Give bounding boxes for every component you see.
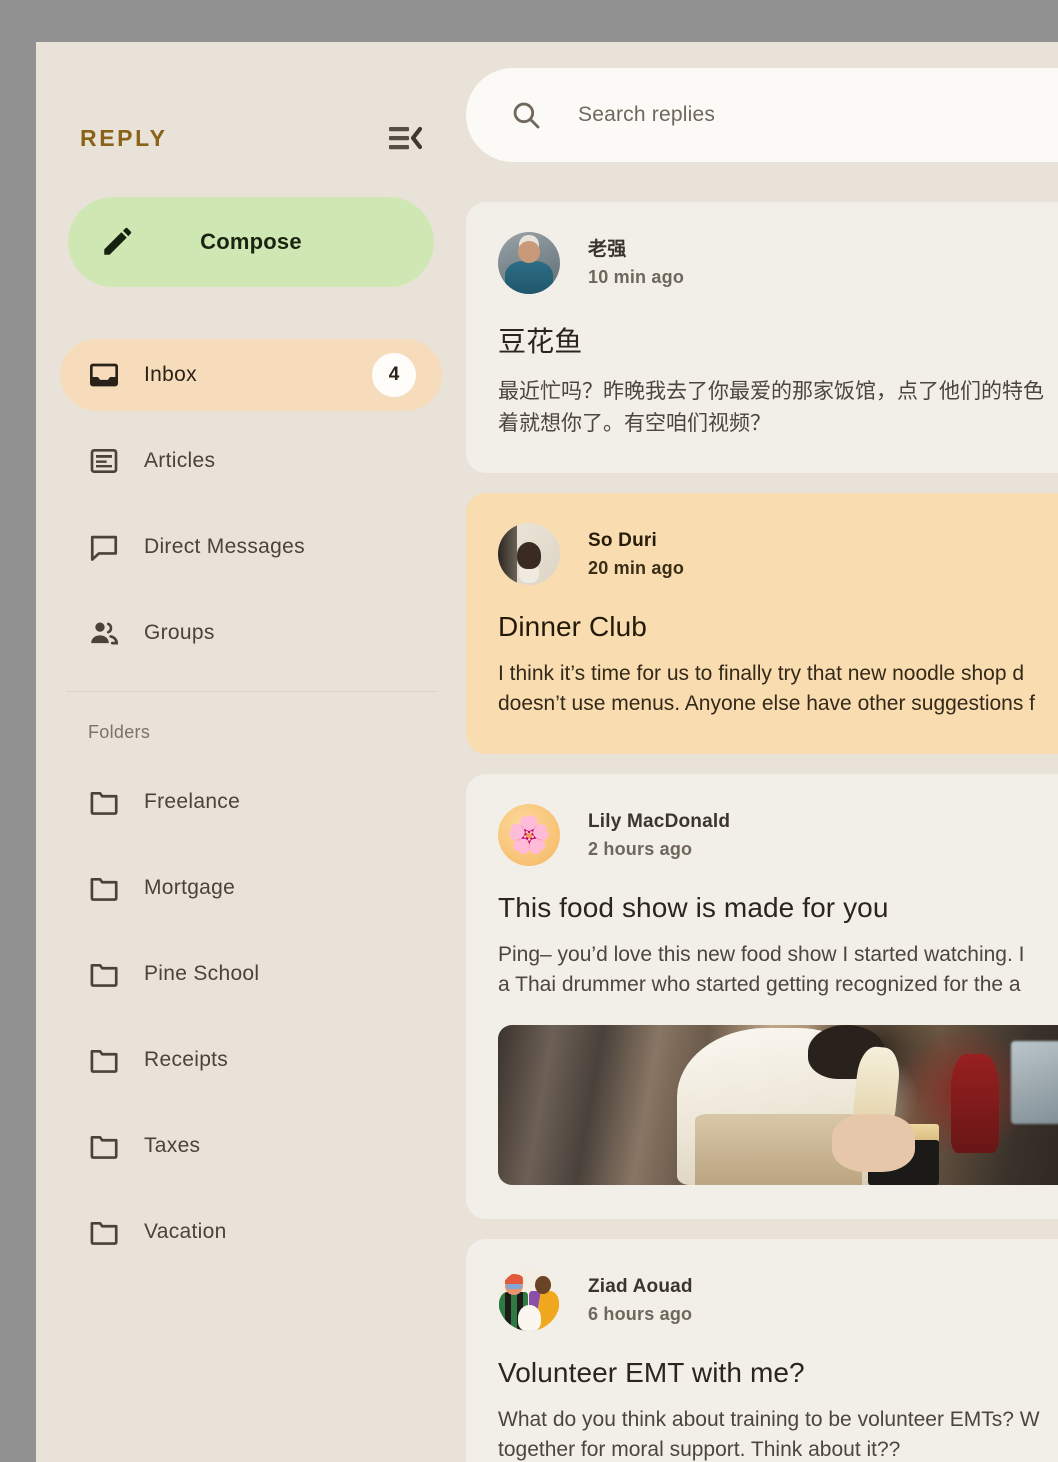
- sidebar-folder-taxes[interactable]: Taxes: [60, 1117, 442, 1175]
- email-card-list: 老强 10 min ago 豆花鱼 最近忙吗？昨晚我去了你最爱的那家饭馆，点了他…: [466, 202, 1058, 1462]
- folder-icon: [88, 1132, 120, 1160]
- email-card-header: Ziad Aouad 6 hours ago: [498, 1268, 1058, 1331]
- sidebar-item-groups[interactable]: Groups: [60, 597, 442, 669]
- email-list-pane: Search replies 老强 10 min ago 豆花鱼 最近忙吗？昨晚…: [466, 42, 1058, 1462]
- app-title: REPLY: [80, 124, 168, 151]
- email-preview-line: 最近忙吗？昨晚我去了你最爱的那家饭馆，点了他们的特色: [498, 380, 1044, 403]
- email-card-header: 老强 10 min ago: [498, 232, 1058, 294]
- email-meta: 老强 10 min ago: [588, 238, 684, 288]
- menu-collapse-icon[interactable]: [388, 123, 423, 153]
- inbox-unread-badge: 4: [372, 353, 416, 397]
- sidebar-folder-vacation[interactable]: Vacation: [60, 1203, 442, 1261]
- email-meta: Ziad Aouad 6 hours ago: [588, 1275, 693, 1325]
- email-preview: Ping– you’d love this new food show I st…: [498, 940, 1058, 1001]
- sidebar-folder-freelance[interactable]: Freelance: [60, 773, 442, 831]
- email-sender: Ziad Aouad: [588, 1275, 693, 1297]
- email-meta: Lily MacDonald 2 hours ago: [588, 810, 730, 860]
- sidebar-folder-mortgage[interactable]: Mortgage: [60, 859, 442, 917]
- sidebar-header: REPLY: [60, 106, 442, 170]
- folder-list: Freelance Mortgage Pine School Receipts …: [60, 773, 442, 1261]
- folder-label: Receipts: [144, 1048, 229, 1071]
- folder-label: Pine School: [144, 962, 260, 985]
- email-subject: 豆花鱼: [498, 326, 583, 357]
- folder-icon: [88, 1046, 120, 1074]
- email-card[interactable]: Ziad Aouad 6 hours ago Volunteer EMT wit…: [466, 1238, 1058, 1462]
- sidebar-folder-pine-school[interactable]: Pine School: [60, 945, 442, 1003]
- email-subject: Volunteer EMT with me?: [498, 1356, 805, 1388]
- chef-kitchen-photo: [498, 1024, 1058, 1185]
- inbox-icon: [88, 359, 120, 391]
- email-sender: Lily MacDonald: [588, 811, 731, 832]
- folders-section-header: Folders: [88, 722, 151, 742]
- email-meta: So Duri 20 min ago: [588, 529, 684, 579]
- email-card[interactable]: 🌸 Lily MacDonald 2 hours ago This food s…: [466, 773, 1058, 1219]
- search-icon: [510, 99, 542, 131]
- email-preview: What do you think about training to be v…: [498, 1405, 1058, 1462]
- sidebar-item-label: Inbox: [144, 363, 197, 386]
- email-timestamp: 10 min ago: [588, 266, 685, 287]
- folder-label: Taxes: [144, 1134, 201, 1157]
- article-icon: [88, 445, 120, 477]
- email-preview-line: 着就想你了。有空咱们视频？: [498, 411, 771, 435]
- email-sender: So Duri: [588, 530, 657, 552]
- email-timestamp: 2 hours ago: [588, 838, 693, 859]
- email-card-header: So Duri 20 min ago: [498, 523, 1058, 585]
- sidebar-folder-receipts[interactable]: Receipts: [60, 1031, 442, 1089]
- email-preview-line: What do you think about training to be v…: [498, 1407, 1040, 1431]
- avatar: 🌸: [498, 803, 560, 866]
- search-bar[interactable]: Search replies: [466, 68, 1058, 162]
- folder-label: Freelance: [144, 790, 241, 813]
- avatar: [498, 232, 560, 294]
- compose-button-label: Compose: [200, 229, 302, 254]
- sidebar: REPLY Compose Inbox 4 Articles Direct Me…: [36, 42, 466, 1462]
- folder-label: Mortgage: [144, 876, 236, 899]
- sidebar-item-label: Articles: [144, 449, 216, 472]
- sidebar-item-articles[interactable]: Articles: [60, 425, 442, 497]
- sidebar-item-direct-messages[interactable]: Direct Messages: [60, 511, 442, 583]
- email-preview-line: together for moral support. Think about …: [498, 1438, 901, 1462]
- search-input[interactable]: Search replies: [578, 103, 715, 127]
- folder-icon: [88, 874, 120, 902]
- folder-icon: [88, 1218, 120, 1246]
- folder-icon: [88, 960, 120, 988]
- reply-app-window: REPLY Compose Inbox 4 Articles Direct Me…: [36, 42, 1058, 1462]
- email-preview-line: I think it’s time for us to finally try …: [498, 662, 1025, 685]
- avatar: [498, 523, 560, 585]
- compose-button[interactable]: Compose: [68, 197, 434, 287]
- email-preview-line: Ping– you’d love this new food show I st…: [498, 942, 1025, 966]
- email-subject: This food show is made for you: [498, 891, 889, 923]
- email-attachment-image[interactable]: [498, 1024, 1058, 1185]
- folder-label: Vacation: [144, 1220, 227, 1243]
- email-preview: 最近忙吗？昨晚我去了你最爱的那家饭馆，点了他们的特色 着就想你了。有空咱们视频？: [498, 376, 1058, 439]
- folder-icon: [88, 788, 120, 816]
- sidebar-item-inbox[interactable]: Inbox 4: [60, 339, 442, 411]
- sidebar-item-label: Direct Messages: [144, 535, 305, 558]
- avatar: [498, 1268, 560, 1331]
- email-preview: I think it’s time for us to finally try …: [498, 659, 1058, 720]
- email-preview-line: a Thai drummer who started getting recog…: [498, 973, 1021, 997]
- email-card-header: 🌸 Lily MacDonald 2 hours ago: [498, 803, 1058, 866]
- email-timestamp: 6 hours ago: [588, 1303, 693, 1324]
- sidebar-item-label: Groups: [144, 621, 215, 644]
- chat-bubble-icon: [88, 531, 120, 563]
- email-sender: 老强: [588, 239, 627, 261]
- primary-nav: Inbox 4 Articles Direct Messages Groups: [60, 339, 442, 669]
- people-icon: [88, 617, 120, 649]
- email-preview-line: doesn’t use menus. Anyone else have othe…: [498, 692, 1036, 716]
- email-card[interactable]: So Duri 20 min ago Dinner Club I think i…: [466, 493, 1058, 754]
- lily-flower-icon: 🌸: [506, 813, 552, 855]
- email-timestamp: 20 min ago: [588, 557, 685, 578]
- email-subject: Dinner Club: [498, 611, 647, 642]
- email-card[interactable]: 老强 10 min ago 豆花鱼 最近忙吗？昨晚我去了你最爱的那家饭馆，点了他…: [466, 202, 1058, 473]
